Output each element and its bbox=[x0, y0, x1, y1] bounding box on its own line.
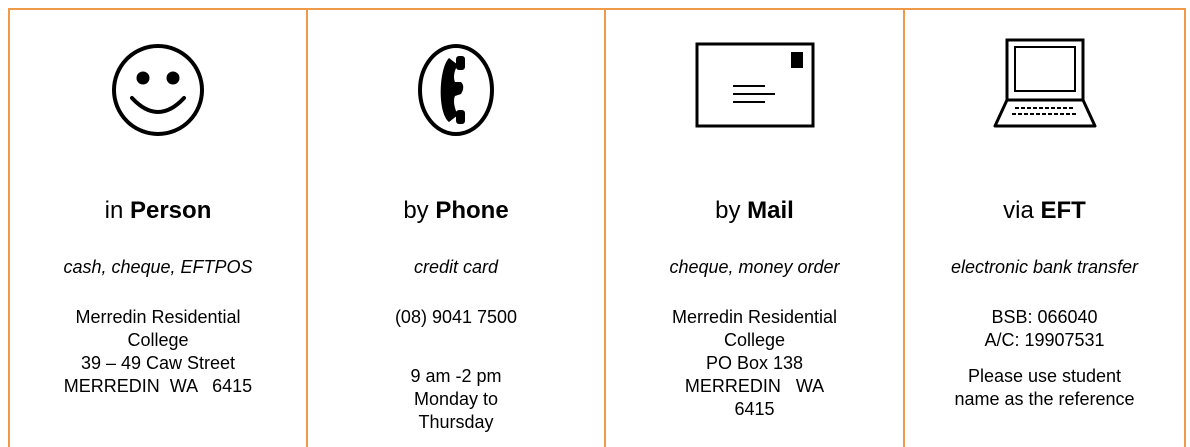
method-prefix: by bbox=[403, 197, 429, 224]
account-number: A/C: 19907531 bbox=[984, 330, 1105, 350]
detail-line: College bbox=[723, 330, 786, 350]
detail-line: Merredin Residential bbox=[671, 307, 838, 327]
detail-line: name as the reference bbox=[954, 389, 1135, 409]
method-name: Person bbox=[129, 197, 212, 224]
bank-details-block: BSB: 066040 A/C: 19907531 bbox=[905, 306, 1184, 352]
method-subtitle: credit card bbox=[413, 257, 499, 277]
detail-line: MERREDIN WA 6415 bbox=[63, 376, 253, 396]
method-prefix: by bbox=[715, 197, 741, 224]
method-subtitle: electronic bank transfer bbox=[950, 257, 1139, 277]
detail-line: MERREDIN WA bbox=[684, 376, 825, 396]
detail-line: Monday to bbox=[413, 389, 499, 409]
phone-number-block: (08) 9041 7500 bbox=[308, 306, 604, 329]
method-subtitle: cheque, money order bbox=[669, 257, 840, 277]
laptop-computer-icon bbox=[993, 38, 1096, 128]
phone-number: (08) 9041 7500 bbox=[394, 307, 518, 327]
payment-method-phone: by Phone credit card (08) 9041 7500 9 am… bbox=[308, 10, 604, 447]
method-heading: by Mail bbox=[606, 196, 903, 226]
bsb-number: BSB: 066040 bbox=[991, 307, 1098, 327]
payment-method-person: in Person cash, cheque, EFTPOS Merredin … bbox=[10, 10, 306, 447]
detail-line: Merredin Residential bbox=[75, 307, 241, 327]
detail-line: College bbox=[127, 330, 189, 350]
address-block: Merredin Residential College 39 – 49 Caw… bbox=[10, 306, 306, 398]
method-heading: in Person bbox=[10, 196, 306, 226]
method-heading: via EFT bbox=[905, 196, 1184, 226]
payment-method-mail: by Mail cheque, money order Merredin Res… bbox=[606, 10, 903, 447]
payment-method-eft: via EFT electronic bank transfer BSB: 06… bbox=[905, 10, 1184, 447]
detail-line: Thursday bbox=[418, 412, 494, 432]
hours-block: 9 am -2 pm Monday to Thursday bbox=[308, 365, 604, 434]
reference-note-block: Please use student name as the reference bbox=[905, 365, 1184, 411]
detail-line: 39 – 49 Caw Street bbox=[80, 353, 236, 373]
postal-address-block: Merredin Residential College PO Box 138 … bbox=[606, 306, 903, 421]
method-heading: by Phone bbox=[308, 196, 604, 226]
detail-line: Please use student bbox=[967, 366, 1122, 386]
envelope-icon bbox=[695, 42, 814, 128]
method-prefix: via bbox=[1003, 197, 1034, 224]
detail-line: PO Box 138 bbox=[705, 353, 804, 373]
method-name: Mail bbox=[747, 197, 794, 224]
method-name: Phone bbox=[435, 197, 509, 224]
method-name: EFT bbox=[1040, 197, 1086, 224]
method-subtitle: cash, cheque, EFTPOS bbox=[63, 257, 253, 277]
detail-line: 6415 bbox=[734, 399, 775, 419]
column-divider bbox=[1184, 9, 1186, 447]
smiley-face-icon bbox=[112, 44, 204, 136]
telephone-handset-icon bbox=[418, 44, 494, 136]
method-prefix: in bbox=[104, 197, 124, 224]
detail-line: 9 am -2 pm bbox=[410, 366, 502, 386]
payment-methods-grid: in Person cash, cheque, EFTPOS Merredin … bbox=[0, 0, 1190, 447]
